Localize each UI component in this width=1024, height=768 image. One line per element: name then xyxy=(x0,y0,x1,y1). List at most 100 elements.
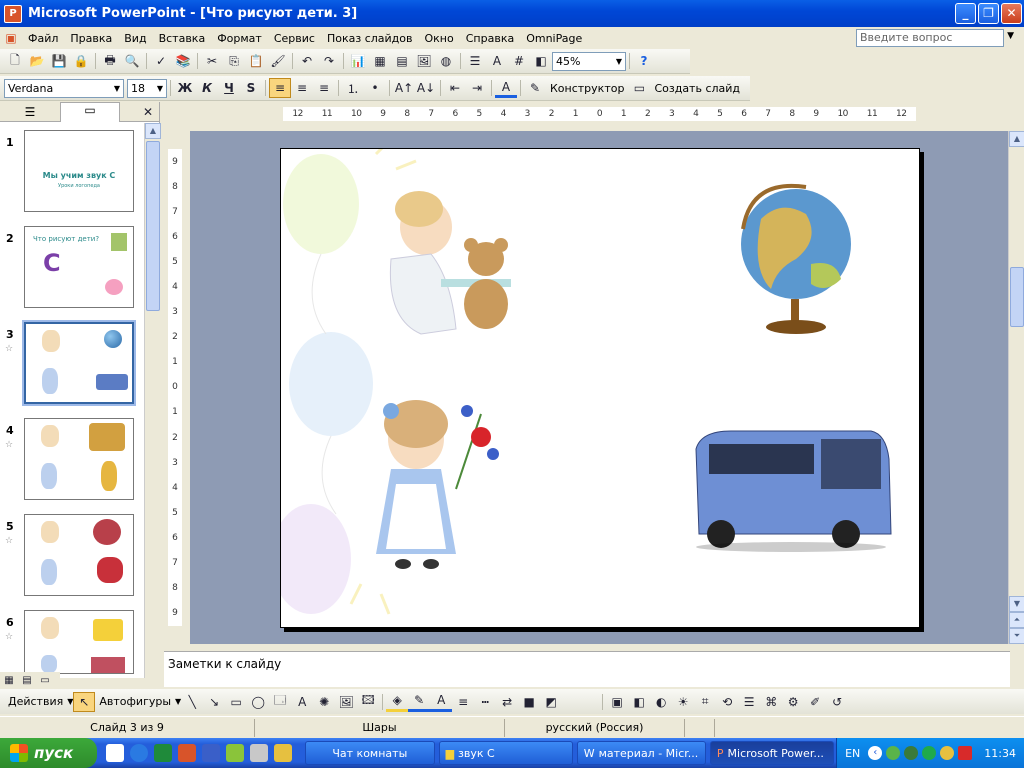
preview-icon[interactable]: 🔍 xyxy=(121,51,143,71)
ie-icon[interactable] xyxy=(130,744,149,762)
clipart-icon[interactable]: 🖼 xyxy=(335,692,357,712)
font-combo[interactable]: Verdana ▼ xyxy=(4,78,124,98)
scroll-thumb[interactable] xyxy=(1010,267,1024,327)
menu-insert[interactable]: Вставка xyxy=(153,32,212,45)
slide-thumb-1[interactable]: 1 Мы учим звук С Уроки логопеда xyxy=(0,126,145,216)
diagram-icon[interactable]: ✺ xyxy=(313,692,335,712)
restore-button[interactable]: ❐ xyxy=(978,3,999,24)
start-button[interactable]: пуск xyxy=(0,738,98,768)
app-icon[interactable] xyxy=(226,744,245,762)
designer-icon[interactable]: ✎ xyxy=(524,78,546,98)
network-icon[interactable] xyxy=(886,746,901,760)
research-icon[interactable]: 📚 xyxy=(172,51,194,71)
insert-picture-icon[interactable]: 🖼 xyxy=(413,51,435,71)
diagram-icon[interactable]: ◍ xyxy=(435,51,457,71)
menu-view[interactable]: Вид xyxy=(118,32,152,45)
menu-format[interactable]: Формат xyxy=(211,32,268,45)
antivirus-icon[interactable] xyxy=(958,746,973,760)
arrow-style-icon[interactable]: ⇄ xyxy=(496,692,518,712)
menu-tools[interactable]: Сервис xyxy=(268,32,321,45)
grid-icon[interactable]: # xyxy=(508,51,530,71)
table-icon[interactable]: ▦ xyxy=(369,51,391,71)
paste-icon[interactable]: 📋 xyxy=(245,51,267,71)
undo-icon[interactable]: ↶ xyxy=(296,51,318,71)
minimize-button[interactable]: _ xyxy=(955,3,976,24)
scroll-thumb[interactable] xyxy=(146,141,160,311)
decrease-font-icon[interactable]: A↓ xyxy=(415,78,437,98)
tray-app-icon[interactable] xyxy=(904,746,919,760)
slides-pane-scrollbar[interactable]: ▲ xyxy=(144,123,161,678)
compress-icon[interactable]: ⌘ xyxy=(760,692,782,712)
scroll-up-icon[interactable]: ▲ xyxy=(1009,131,1024,147)
shadow-button[interactable]: S xyxy=(240,78,262,98)
insert-image-icon[interactable]: ▣ xyxy=(606,692,628,712)
slides-tab[interactable]: ▭ xyxy=(60,101,120,122)
task-powerpoint[interactable]: P Microsoft Power... xyxy=(709,741,835,765)
scroll-up-icon[interactable]: ▲ xyxy=(145,123,161,139)
zoom-combo[interactable]: 45% ▼ xyxy=(552,51,626,71)
menu-omnipage[interactable]: OmniPage xyxy=(520,32,588,45)
chart-icon[interactable]: 📊 xyxy=(347,51,369,71)
slide-thumb-4[interactable]: 4 ☆ xyxy=(0,414,145,504)
italic-button[interactable]: К xyxy=(196,78,218,98)
font-size-combo[interactable]: 18 ▼ xyxy=(127,78,167,98)
scroll-down-icon[interactable]: ▼ xyxy=(1009,596,1024,612)
current-slide[interactable] xyxy=(271,137,920,628)
document-icon[interactable]: ▣ xyxy=(0,28,22,48)
3d-style-icon[interactable]: ◩ xyxy=(540,692,562,712)
menu-window[interactable]: Окно xyxy=(419,32,460,45)
designer-button[interactable]: Конструктор xyxy=(546,82,628,95)
cut-icon[interactable]: ✂ xyxy=(201,51,223,71)
outline-tab[interactable]: ☰ xyxy=(0,105,60,119)
task-chat[interactable]: Чат комнаты xyxy=(305,741,435,765)
picture-icon[interactable]: 🖾 xyxy=(357,692,379,712)
numbering-icon[interactable]: ⒈ xyxy=(342,78,364,98)
new-slide-icon[interactable]: ▭ xyxy=(628,78,650,98)
permission-icon[interactable]: 🔒 xyxy=(70,51,92,71)
decrease-indent-icon[interactable]: ⇤ xyxy=(444,78,466,98)
show-formatting-icon[interactable]: A xyxy=(486,51,508,71)
align-center-icon[interactable]: ≡ xyxy=(291,78,313,98)
format-painter-icon[interactable]: 🖌 xyxy=(267,51,289,71)
help-icon[interactable]: ? xyxy=(633,51,655,71)
tray-chevron-icon[interactable]: ‹ xyxy=(868,746,883,760)
sorter-view-icon[interactable]: ▤ xyxy=(18,672,36,688)
actions-menu[interactable]: Действия xyxy=(4,695,67,708)
slide-thumb-5[interactable]: 5 ☆ xyxy=(0,510,145,600)
color-icon[interactable]: ◧ xyxy=(628,692,650,712)
language-indicator[interactable]: EN xyxy=(845,747,860,760)
line-weight-icon[interactable]: ☰ xyxy=(738,692,760,712)
reset-picture-icon[interactable]: ↺ xyxy=(826,692,848,712)
excel-icon[interactable] xyxy=(154,744,173,762)
ask-question-input[interactable]: Введите вопрос xyxy=(856,29,1004,47)
next-slide-icon[interactable]: ⏷ xyxy=(1009,628,1024,644)
oval-icon[interactable]: ◯ xyxy=(247,692,269,712)
slide-thumb-2[interactable]: 2 Что рисуют дети? С xyxy=(0,222,145,312)
notes-pane[interactable]: Заметки к слайду xyxy=(164,651,1010,687)
underline-button[interactable]: Ч xyxy=(218,78,240,98)
powerpoint-icon[interactable]: P xyxy=(4,4,22,23)
powerpoint-icon[interactable] xyxy=(178,744,197,762)
save-icon[interactable]: 💾 xyxy=(48,51,70,71)
wordart-icon[interactable]: A xyxy=(291,692,313,712)
format-picture-icon[interactable]: ⚙ xyxy=(782,692,804,712)
spelling-icon[interactable]: ✓ xyxy=(150,51,172,71)
font-color-icon[interactable]: A xyxy=(495,78,517,98)
align-right-icon[interactable]: ≡ xyxy=(313,78,335,98)
brightness-icon[interactable]: ☀ xyxy=(672,692,694,712)
close-button[interactable]: ✕ xyxy=(1001,3,1022,24)
calendar-icon[interactable] xyxy=(202,744,221,762)
arrow-icon[interactable]: ↘ xyxy=(203,692,225,712)
normal-view-icon[interactable]: ▦ xyxy=(0,672,18,688)
copy-icon[interactable]: ⎘ xyxy=(223,51,245,71)
bullets-icon[interactable]: • xyxy=(364,78,386,98)
shadow-style-icon[interactable]: ■ xyxy=(518,692,540,712)
print-icon[interactable]: 🖶 xyxy=(99,51,121,71)
folder-icon[interactable] xyxy=(274,744,293,762)
task-folder[interactable]: ▆ звук С xyxy=(438,741,573,765)
menu-edit[interactable]: Правка xyxy=(64,32,118,45)
desktop-icon[interactable] xyxy=(106,744,125,762)
font-color-icon[interactable]: A xyxy=(430,692,453,712)
dash-style-icon[interactable]: ┅ xyxy=(474,692,496,712)
tray-app-icon[interactable] xyxy=(922,746,937,760)
